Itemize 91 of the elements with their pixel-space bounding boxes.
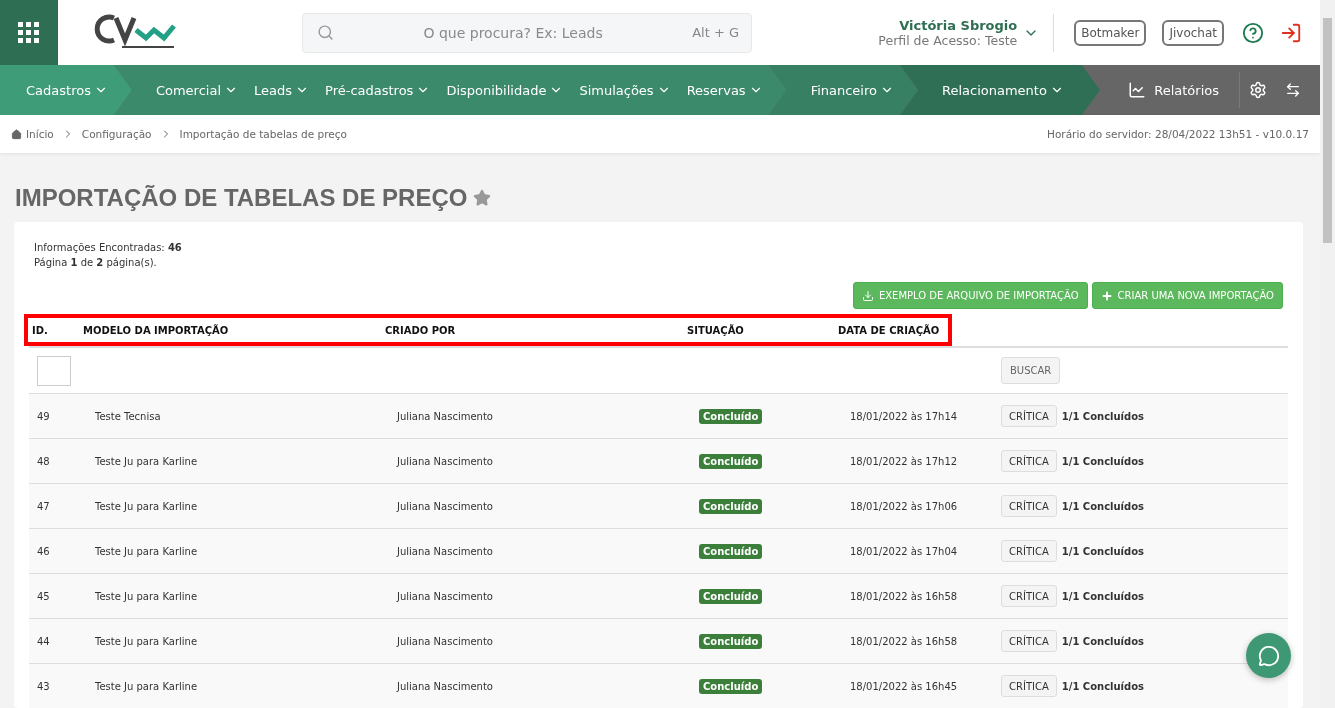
breadcrumb-link[interactable]: Configuração	[81, 128, 152, 140]
critique-button[interactable]: CRÍTICA	[1001, 405, 1057, 427]
table-cell-text: Teste Tecnisa	[95, 410, 162, 422]
outline-button[interactable]: Botmaker	[1074, 19, 1147, 46]
table-cell-text: 18/01/2022 às 17h06	[850, 500, 959, 512]
status-badge: Concluído	[699, 408, 763, 424]
outline-button[interactable]: Jivochat	[1162, 19, 1224, 46]
column-header: DATA DE CRIAÇÃO	[838, 324, 941, 336]
logout-icon[interactable]	[1280, 21, 1302, 44]
status-badge: Concluído	[699, 633, 763, 649]
table-cell-text: 44	[37, 635, 51, 647]
table-cell-text: 47	[37, 500, 51, 512]
nav-menu-item[interactable]: Pré-cadastros	[317, 82, 439, 98]
summary-text: Página 1 de 2 página(s).	[33, 256, 158, 270]
breadcrumb-link[interactable]: Início	[11, 128, 54, 140]
table-cell-text: Juliana Nascimento	[397, 590, 494, 602]
scrollbar[interactable]	[1320, 0, 1335, 708]
table-cell-text: Juliana Nascimento	[397, 455, 494, 467]
breadcrumb-link[interactable]: Importação de tabelas de preço	[179, 128, 347, 140]
table-cell-text: 18/01/2022 às 16h45	[850, 680, 959, 692]
table-cell-text: 49	[37, 410, 51, 422]
nav-menu-item[interactable]: Reservas	[678, 82, 771, 98]
apps-grid-button[interactable]	[0, 0, 58, 65]
table-cell-text: Teste Ju para Karline	[95, 590, 199, 602]
table-cell-text: 18/01/2022 às 16h58	[850, 635, 959, 647]
status-badge: Concluído	[699, 453, 763, 469]
column-header: MODELO DA IMPORTAÇÃO	[83, 324, 230, 336]
status-badge: Concluído	[699, 543, 763, 559]
grid-icon	[18, 21, 40, 44]
chat-icon	[1257, 644, 1280, 667]
table-cell-text: Teste Ju para Karline	[95, 635, 199, 647]
search-field[interactable]: O que procura? Ex: Leads Alt + G	[302, 12, 752, 53]
critique-button[interactable]: CRÍTICA	[1001, 495, 1057, 517]
search-input[interactable]: O que procura? Ex: Leads	[334, 23, 693, 42]
table-cell-text: Teste Ju para Karline	[95, 545, 199, 557]
settings-icon	[1249, 81, 1267, 99]
table-cell-text: 48	[37, 455, 51, 467]
reports-link[interactable]: Relatórios	[1118, 72, 1240, 108]
column-header: ID.	[32, 324, 49, 336]
column-header: SITUAÇÃO	[687, 324, 745, 336]
table-cell-text: Juliana Nascimento	[397, 500, 494, 512]
status-badge: Concluído	[699, 498, 763, 514]
table-cell-text: 43	[37, 680, 51, 692]
critique-button[interactable]: CRÍTICA	[1001, 540, 1057, 562]
critique-button[interactable]: CRÍTICA	[1001, 585, 1057, 607]
progress-text: 1/1 Concluídos	[1061, 680, 1145, 692]
user-name: Victória Sbrogio	[899, 17, 1018, 33]
line-chart-icon	[1128, 81, 1147, 99]
search-button[interactable]: BUSCAR	[1001, 357, 1061, 384]
download-icon	[861, 289, 874, 302]
progress-text: 1/1 Concluídos	[1061, 500, 1145, 512]
status-badge: Concluído	[699, 678, 763, 694]
progress-text: 1/1 Concluídos	[1061, 410, 1145, 422]
summary-text: Informações Encontradas: 46	[33, 241, 183, 255]
table-cell-text: 46	[37, 545, 51, 557]
nav-menu-item[interactable]: Disponibilidade	[438, 82, 572, 98]
table-cell-text: 18/01/2022 às 17h04	[850, 545, 959, 557]
table-cell-text: Teste Ju para Karline	[95, 680, 199, 692]
critique-button[interactable]: CRÍTICA	[1001, 675, 1057, 697]
table-cell-text: Juliana Nascimento	[397, 410, 494, 422]
table-cell-text: Juliana Nascimento	[397, 635, 494, 647]
star-icon[interactable]	[473, 188, 492, 207]
table-cell-text: 45	[37, 590, 51, 602]
page-title: IMPORTAÇÃO DE TABELAS DE PREÇO	[15, 183, 468, 212]
progress-text: 1/1 Concluídos	[1061, 590, 1145, 602]
table-cell-text: 18/01/2022 às 17h14	[850, 410, 959, 422]
home-icon	[11, 128, 22, 140]
table-cell-text: Juliana Nascimento	[397, 545, 494, 557]
nav-menu-item[interactable]: Leads	[246, 82, 318, 98]
search-icon	[317, 24, 334, 41]
server-time: Horário do servidor: 28/04/2022 13h51 - v10.0.17	[1047, 128, 1309, 140]
table-cell-text: Teste Ju para Karline	[95, 455, 199, 467]
critique-button[interactable]: CRÍTICA	[1001, 450, 1057, 472]
table-cell-text: 18/01/2022 às 16h58	[850, 590, 959, 602]
swap-icon	[1285, 82, 1301, 98]
progress-text: 1/1 Concluídos	[1061, 635, 1145, 647]
user-profile: Perfil de Acesso: Teste	[878, 32, 1018, 48]
plus-icon	[1100, 289, 1113, 302]
progress-text: 1/1 Concluídos	[1061, 455, 1145, 467]
critique-button[interactable]: CRÍTICA	[1001, 630, 1057, 652]
id-filter-field[interactable]	[37, 355, 71, 386]
shortcut-hint: Alt + G	[692, 25, 739, 40]
nav-menu-item[interactable]: Simulações	[571, 82, 679, 98]
status-badge: Concluído	[699, 588, 763, 604]
nav-menu-item[interactable]: Comercial	[147, 82, 246, 98]
table-cell-text: Juliana Nascimento	[397, 680, 494, 692]
table-cell-text: Teste Ju para Karline	[95, 500, 199, 512]
column-header: CRIADO POR	[385, 324, 457, 336]
help-icon[interactable]	[1242, 21, 1264, 44]
table-cell-text: 18/01/2022 às 17h12	[850, 455, 959, 467]
progress-text: 1/1 Concluídos	[1061, 545, 1145, 557]
